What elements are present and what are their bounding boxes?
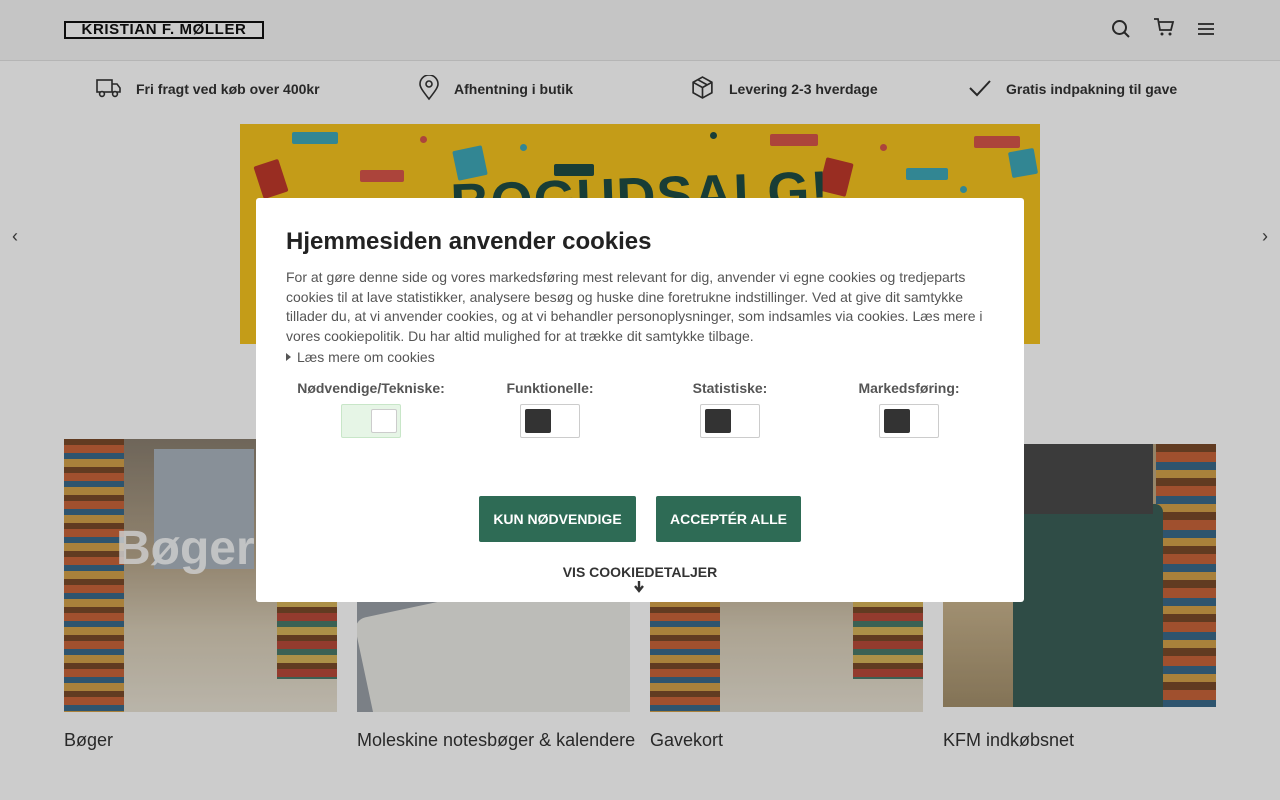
functional-toggle[interactable] xyxy=(520,404,580,438)
toggle-knob xyxy=(525,409,551,433)
modal-description: For at gøre denne side og vores markedsf… xyxy=(286,269,983,344)
read-more-toggle[interactable]: Læs mere om cookies xyxy=(286,349,435,365)
necessary-only-button[interactable]: KUN NØDVENDIGE xyxy=(479,496,636,542)
statistics-toggle[interactable] xyxy=(700,404,760,438)
toggle-knob xyxy=(371,409,397,433)
marketing-toggle[interactable] xyxy=(879,404,939,438)
option-label: Funktionelle: xyxy=(506,380,594,396)
toggle-knob xyxy=(705,409,731,433)
toggle-knob xyxy=(884,409,910,433)
option-label: Statistiske: xyxy=(692,380,768,396)
modal-title: Hjemmesiden anvender cookies xyxy=(286,228,652,255)
cookie-option-necessary: Nødvendige/Tekniske: xyxy=(286,380,456,438)
cookie-consent-modal: Hjemmesiden anvender cookies For at gøre… xyxy=(256,198,1024,602)
option-label: Markedsføring: xyxy=(858,380,960,396)
accept-all-button[interactable]: ACCEPTÉR ALLE xyxy=(656,496,801,542)
read-more-label: Læs mere om cookies xyxy=(297,349,435,365)
caret-right-icon xyxy=(286,353,291,361)
cookie-option-functional: Funktionelle: xyxy=(465,380,635,438)
necessary-toggle[interactable] xyxy=(341,404,401,438)
option-label: Nødvendige/Tekniske: xyxy=(297,380,445,396)
cookie-option-statistics: Statistiske: xyxy=(645,380,815,438)
cookie-details-link[interactable]: VIS COOKIEDETALJER xyxy=(256,564,1024,580)
arrow-down-icon[interactable] xyxy=(632,580,646,594)
cookie-option-marketing: Markedsføring: xyxy=(824,380,994,438)
